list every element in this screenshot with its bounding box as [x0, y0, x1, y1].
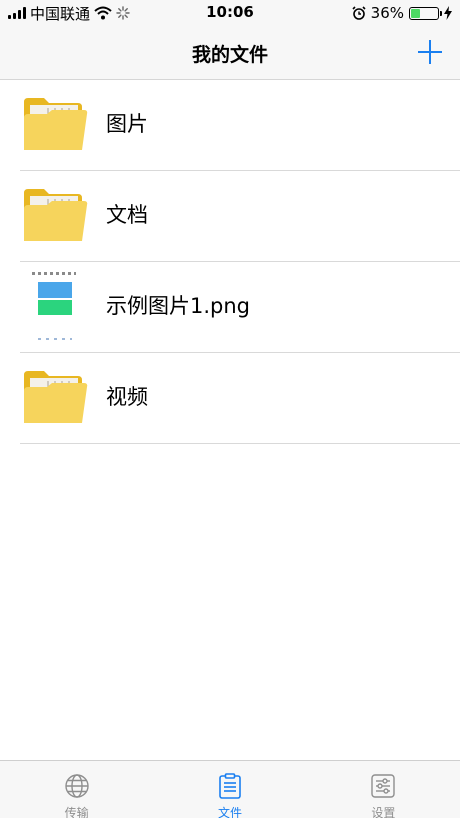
navigation-bar: 我的文件: [0, 26, 460, 80]
page-title: 我的文件: [191, 44, 268, 66]
sliders-icon: [371, 774, 396, 798]
tab-transfer[interactable]: 传输: [0, 761, 153, 818]
tab-label: 文件: [217, 806, 242, 818]
file-name: 图片: [106, 112, 148, 136]
tab-label: 传输: [64, 806, 89, 818]
folder-icon: [24, 98, 88, 150]
list-item-folder-documents[interactable]: 文档: [0, 171, 460, 262]
file-name: 示例图片1.png: [106, 294, 251, 318]
tab-files[interactable]: 文件: [153, 761, 306, 818]
add-button[interactable]: [416, 38, 444, 66]
tab-label: 设置: [371, 806, 396, 818]
image-thumbnail: [30, 270, 78, 344]
folder-icon: [24, 371, 88, 423]
file-list: 图片 文档 示例图片1.png 视频: [0, 80, 460, 444]
charging-bolt-icon: [444, 6, 452, 20]
tab-settings[interactable]: 设置: [307, 761, 460, 818]
globe-icon: [64, 774, 89, 798]
clipboard-icon: [219, 773, 241, 799]
battery-fill: [411, 8, 421, 18]
file-name: 视频: [106, 385, 148, 409]
alarm-icon: [352, 6, 366, 20]
list-item-image-file[interactable]: 示例图片1.png: [0, 262, 460, 353]
list-item-folder-pictures[interactable]: 图片: [0, 80, 460, 171]
battery-icon: [409, 6, 442, 20]
battery-percent: 36%: [370, 4, 404, 22]
status-bar: 中国联通 10:06 36%: [0, 0, 460, 26]
file-name: 文档: [106, 203, 148, 227]
folder-icon: [24, 189, 88, 241]
list-item-folder-videos[interactable]: 视频: [0, 353, 460, 444]
status-right: 36%: [352, 3, 452, 23]
tab-bar: 传输 文件 设置: [0, 760, 460, 818]
